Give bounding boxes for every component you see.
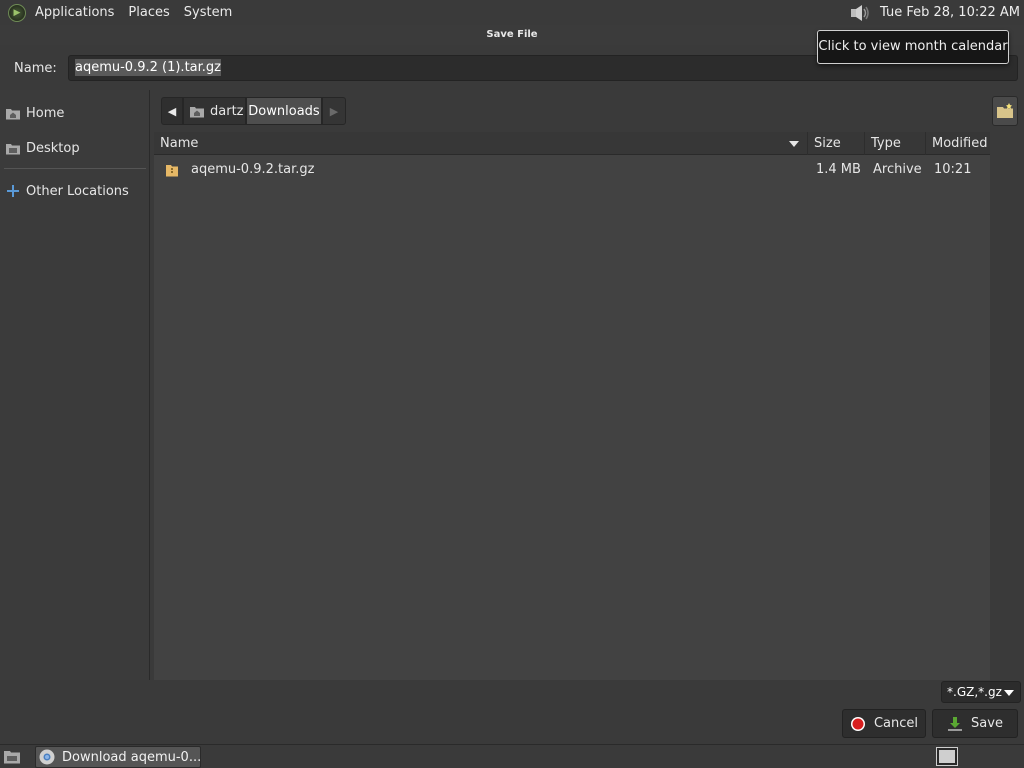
places-sidebar: Home Desktop Other Locations (0, 90, 150, 680)
show-desktop-icon[interactable] (3, 748, 21, 765)
sidebar-divider (4, 168, 146, 169)
column-headers: Name Size Type Modified (154, 132, 990, 155)
taskbar-window-label: Download aqemu-0... (62, 749, 201, 765)
save-label: Save (971, 716, 1003, 731)
sidebar-item-label: Desktop (26, 140, 80, 156)
chevron-left-icon: ◀ (167, 104, 177, 118)
plus-icon (7, 185, 19, 197)
sidebar-item-desktop[interactable]: Desktop (5, 137, 80, 159)
clock[interactable]: Tue Feb 28, 10:22 AM (880, 5, 1020, 20)
table-row[interactable]: aqemu-0.9.2.tar.gz 1.4 MB Archive 10:21 (154, 158, 990, 182)
desktop-folder-icon (6, 144, 20, 155)
sidebar-item-home[interactable]: Home (5, 102, 64, 124)
taskbar-window-button[interactable]: Download aqemu-0... (35, 746, 201, 768)
list-right-gutter (990, 132, 1024, 680)
calendar-tooltip: Click to view month calendar (817, 30, 1009, 64)
workspace-switcher[interactable] (936, 747, 958, 766)
sidebar-item-label: Home (26, 105, 65, 121)
cancel-button[interactable]: Cancel (842, 709, 926, 738)
file-modified: 10:21 (934, 162, 972, 177)
column-header-size[interactable]: Size (808, 132, 865, 155)
archive-icon (166, 165, 178, 177)
sidebar-item-other-locations[interactable]: Other Locations (5, 180, 129, 202)
path-segment-label: dartz (210, 103, 244, 119)
column-header-label: Size (814, 136, 841, 151)
volume-icon[interactable] (848, 3, 872, 23)
column-header-type[interactable]: Type (865, 132, 926, 155)
home-folder-icon (190, 107, 204, 118)
save-button[interactable]: Save (932, 709, 1018, 738)
applications-logo-icon[interactable]: ▶ (8, 3, 26, 22)
file-type-filter[interactable]: *.GZ,*.gz (941, 681, 1021, 703)
save-download-icon (948, 716, 963, 731)
file-size: 1.4 MB (816, 162, 861, 177)
column-header-modified[interactable]: Modified (926, 132, 990, 155)
sort-descending-icon (789, 141, 799, 147)
cancel-icon (850, 716, 865, 731)
dialog-title: Save File (486, 29, 538, 40)
name-label: Name: (14, 61, 57, 76)
file-name: aqemu-0.9.2.tar.gz (191, 162, 315, 177)
menu-system[interactable]: System (181, 5, 235, 20)
new-folder-button[interactable] (992, 96, 1018, 126)
path-forward-button[interactable]: ▶ (322, 97, 346, 125)
chevron-right-icon: ▶ (329, 104, 339, 118)
new-folder-icon (997, 103, 1013, 118)
menu-places[interactable]: Places (125, 5, 172, 20)
filename-value[interactable]: aqemu-0.9.2 (1).tar.gz (75, 59, 221, 76)
cancel-label: Cancel (873, 716, 919, 731)
path-segment-label: Downloads (248, 103, 320, 119)
home-folder-icon (6, 109, 20, 120)
menu-applications[interactable]: Applications (32, 5, 117, 20)
filter-value: *.GZ,*.gz (947, 685, 1002, 699)
path-segment-dartz[interactable]: dartz (183, 97, 246, 125)
column-header-label: Modified (932, 136, 988, 151)
column-header-name[interactable]: Name (154, 132, 808, 155)
column-header-label: Type (871, 136, 901, 151)
panel-tray: Tue Feb 28, 10:22 AM (848, 0, 1024, 25)
chevron-down-icon (1004, 690, 1014, 696)
chrome-icon (39, 749, 55, 765)
sidebar-item-label: Other Locations (26, 183, 129, 199)
path-back-button[interactable]: ◀ (161, 97, 183, 125)
top-panel: ▶ Applications Places System Tue Feb 28,… (0, 0, 1024, 25)
path-segment-downloads[interactable]: Downloads (246, 97, 322, 125)
file-list[interactable]: Name Size Type Modified aqemu-0.9.2.tar.… (154, 132, 990, 680)
file-type: Archive (873, 162, 922, 177)
path-bar: ◀ dartz Downloads ▶ (154, 90, 1024, 132)
taskbar: Download aqemu-0... (0, 744, 1024, 768)
column-header-label: Name (160, 136, 199, 151)
